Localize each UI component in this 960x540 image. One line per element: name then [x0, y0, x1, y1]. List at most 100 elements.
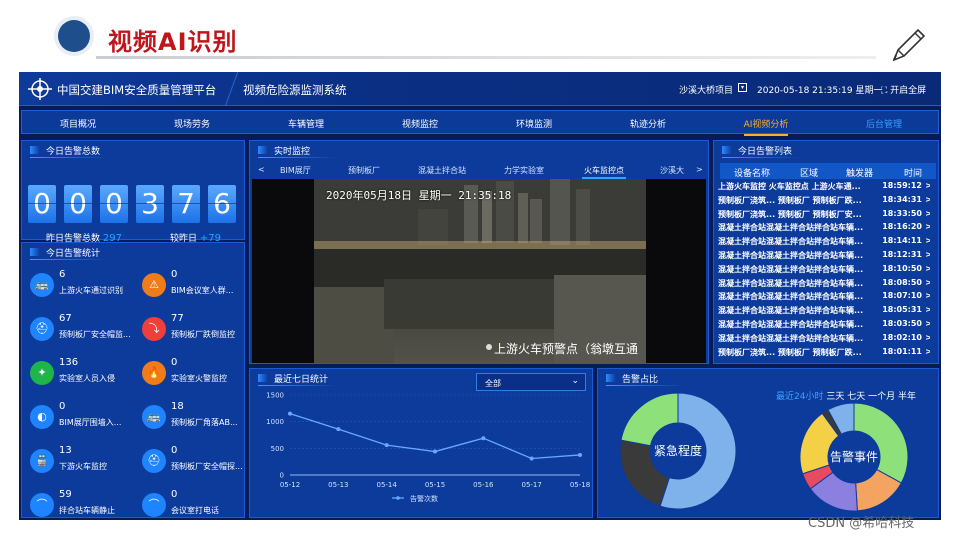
alarm-list-row[interactable]: 混凝土拌合站混凝土拌合站拌合站车辆... 18:10:50 > — [718, 264, 930, 277]
alarm-stat-item[interactable]: ⛑ 67 预制板厂安全帽监... — [30, 313, 138, 349]
nav-item-video[interactable]: 视频监控 — [380, 117, 460, 130]
data-point — [336, 427, 341, 432]
title-line — [722, 157, 800, 158]
panel-title: 今日告警总数 — [30, 144, 100, 157]
stat-label: BIM会议室人群... — [171, 286, 234, 295]
alarm-list-row[interactable]: 混凝土拌合站混凝土拌合站拌合站车辆... 18:07:10 > — [718, 291, 930, 304]
alarm-row-time: 18:05:31 — [882, 305, 922, 315]
tab-mixing-station[interactable]: 混凝土拌合站 — [418, 165, 466, 176]
stat-count: 136 — [59, 357, 79, 368]
alarm-list-row[interactable]: 预制板厂浇筑... 预制板厂 预制板厂安... 18:33:50 > — [718, 209, 930, 222]
x-tick-label: 05-12 — [280, 481, 300, 489]
alarm-stat-item[interactable]: ⚠ 0 BIM会议室人群... — [142, 269, 250, 305]
alarm-ratio-panel: 告警占比 最近24小时 三天 七天 一个月 半年 紧急程度 告警事件 — [597, 368, 939, 518]
stat-label: 上游火车通过识别 — [59, 286, 123, 295]
alarm-list-row[interactable]: 混凝土拌合站混凝土拌合站拌合站车辆... 18:12:31 > — [718, 250, 930, 263]
ccc-logo-icon — [28, 78, 52, 100]
alarm-row-time: 18:14:11 — [882, 236, 922, 246]
nav-item-vehicles[interactable]: 车辆管理 — [266, 117, 346, 130]
chevron-right-icon: > — [925, 208, 930, 218]
stat-count: 18 — [171, 401, 184, 412]
chevron-right-icon: > — [925, 291, 930, 301]
fullscreen-icon: ⛶ — [881, 86, 891, 96]
alarm-row-time: 18:12:31 — [882, 250, 922, 259]
alarm-total-panel: 今日告警总数 0 0 0 3 7 6 昨日告警总数 297 较昨日 +79 — [21, 140, 245, 244]
chevron-down-icon: ⌄ — [571, 376, 579, 386]
alarm-stat-item[interactable]: 🚌 6 上游火车通过识别 — [30, 269, 138, 305]
col-time: 时间 — [904, 169, 923, 179]
alarm-list-row[interactable]: 混凝土拌合站混凝土拌合站拌合站车辆... 18:16:20 > — [718, 222, 930, 235]
camera-tabs: < BIM展厅 预制板厂 混凝土拌合站 力学实验室 火车监控点 沙溪大 > — [250, 161, 708, 179]
next-tab-arrow-icon[interactable]: > — [696, 165, 703, 174]
col-area: 区域 — [800, 169, 819, 179]
data-point — [578, 452, 582, 457]
alarm-list-panel: 今日告警列表 设备名称 区域 触发器 时间 上游火车监控 火车监控点 上游火车通… — [713, 140, 939, 364]
video-timestamp: 2020年05月18日 星期一 21:35:18 — [326, 189, 512, 202]
alarm-stat-item[interactable]: ⌒ 0 会议室打电话 — [142, 489, 250, 520]
video-player[interactable]: 2020年05月18日 星期一 21:35:18 上游火车预警点（翁墩互通 — [252, 179, 706, 363]
chevron-right-icon: > — [925, 277, 930, 287]
tab-precast-plant[interactable]: 预制板厂 — [348, 165, 380, 176]
nav-item-labor[interactable]: 现场劳务 — [152, 117, 232, 130]
fence-icon: ◐ — [30, 405, 54, 429]
alarm-list-row[interactable]: 混凝土拌合站混凝土拌合站拌合站车辆... 18:14:11 > — [718, 236, 930, 249]
stat-count: 0 — [171, 489, 178, 500]
title-line — [30, 259, 108, 260]
chevron-right-icon: > — [925, 236, 930, 246]
alarm-stat-item[interactable]: 🚆 13 下游火车监控 — [30, 445, 138, 481]
alarm-list-row[interactable]: 混凝土拌合站混凝土拌合站拌合站车辆... 18:03:50 > — [718, 319, 930, 332]
alarm-list-row[interactable]: 预制板厂浇筑... 预制板厂 预制板厂跌... 18:01:11 > — [718, 347, 930, 360]
alarm-list-row[interactable]: 混凝土拌合站混凝土拌合站拌合站车辆... 18:05:31 > — [718, 305, 930, 318]
stat-count: 0 — [171, 357, 178, 368]
donut-center-label: 紧急程度 — [654, 443, 702, 458]
alarm-list-row[interactable]: 预制板厂浇筑... 预制板厂 预制板厂跌... 18:34:31 > — [718, 195, 930, 208]
chevron-right-icon: > — [925, 346, 930, 356]
alarm-row-text: 混凝土拌合站混凝土拌合站拌合站车辆... — [718, 237, 864, 247]
panel-title: 最近七日统计 — [258, 372, 328, 385]
stat-label: 实验室火警监控 — [171, 374, 227, 383]
alarm-stat-item[interactable]: 🚌 18 预制板厂角落AB... — [142, 401, 250, 437]
y-tick-label: 1000 — [266, 418, 284, 426]
train-icon: 🚆 — [30, 449, 54, 473]
alarm-list-row[interactable]: 混凝土拌合站混凝土拌合站拌合站车辆... 18:08:50 > — [718, 278, 930, 291]
fullscreen-label: 开启全屏 — [890, 86, 927, 96]
nav-item-ai-video[interactable]: AI视频分析 — [726, 117, 806, 136]
counter-digit: 0 — [100, 185, 128, 223]
data-point — [288, 411, 292, 416]
nav-item-admin[interactable]: 后台管理 — [844, 117, 924, 130]
seven-day-panel: 最近七日统计 全部 ⌄ 0 500 1000 1500 05-12 05-13 05-14 05… — [249, 368, 593, 518]
x-tick-label: 05-18 — [570, 481, 590, 489]
alarm-stat-item[interactable]: ◐ 0 BIM展厅围墙入... — [30, 401, 138, 437]
tab-shaxi[interactable]: 沙溪大 — [660, 165, 684, 176]
alarm-stat-item[interactable]: 🔥 0 实验室火警监控 — [142, 357, 250, 393]
panel-title: 今日告警统计 — [30, 246, 100, 259]
video-caption: 上游火车预警点（翁墩互通 — [493, 342, 638, 356]
x-tick-label: 05-13 — [328, 481, 348, 489]
prev-tab-arrow-icon[interactable]: < — [258, 165, 265, 174]
alarm-row-text: 上游火车监控 火车监控点 上游火车通... — [718, 182, 861, 191]
alarm-list-row[interactable]: 混凝土拌合站混凝土拌合站拌合站车辆... 18:02:10 > — [718, 333, 930, 346]
alarm-stat-item[interactable]: ⤵ 77 预制板厂跌倒监控 — [142, 313, 250, 349]
tab-mechanics-lab[interactable]: 力学实验室 — [504, 165, 544, 176]
alarm-list-row[interactable]: 上游火车监控 火车监控点 上游火车通... 18:59:12 > — [718, 181, 930, 194]
tab-train-point[interactable]: 火车监控点 — [582, 165, 626, 179]
alarm-row-text: 预制板厂浇筑... 预制板厂 预制板厂跌... — [718, 195, 862, 205]
alarm-stat-item[interactable]: ⌒ 59 拌合站车辆静止 — [30, 489, 138, 520]
fall-icon: ⤵ — [142, 317, 166, 341]
fullscreen-button[interactable]: ⛶ 开启全屏 — [881, 83, 926, 96]
alarm-stat-item[interactable]: ⛑ 0 预制板厂安全帽探... — [142, 445, 250, 481]
nav-item-trajectory[interactable]: 轨迹分析 — [608, 117, 688, 130]
chevron-down-icon[interactable]: ▾ — [738, 83, 747, 92]
nav-item-environment[interactable]: 环境监测 — [494, 117, 574, 130]
tab-bim-hall[interactable]: BIM展厅 — [280, 165, 311, 176]
chevron-right-icon: > — [925, 319, 930, 328]
project-selector[interactable]: 沙溪大桥项目 — [679, 83, 733, 96]
donut-center-label: 告警事件 — [830, 449, 878, 464]
alarm-row-time: 18:34:31 — [882, 194, 922, 204]
stat-count: 77 — [171, 313, 184, 324]
chevron-right-icon: > — [925, 194, 930, 204]
y-tick-label: 1500 — [266, 392, 284, 400]
alarm-stat-item[interactable]: ✦ 136 实验室人员入侵 — [30, 357, 138, 393]
nav-item-project-overview[interactable]: 项目概况 — [38, 117, 118, 130]
alarm-row-time: 18:02:10 — [882, 332, 922, 342]
